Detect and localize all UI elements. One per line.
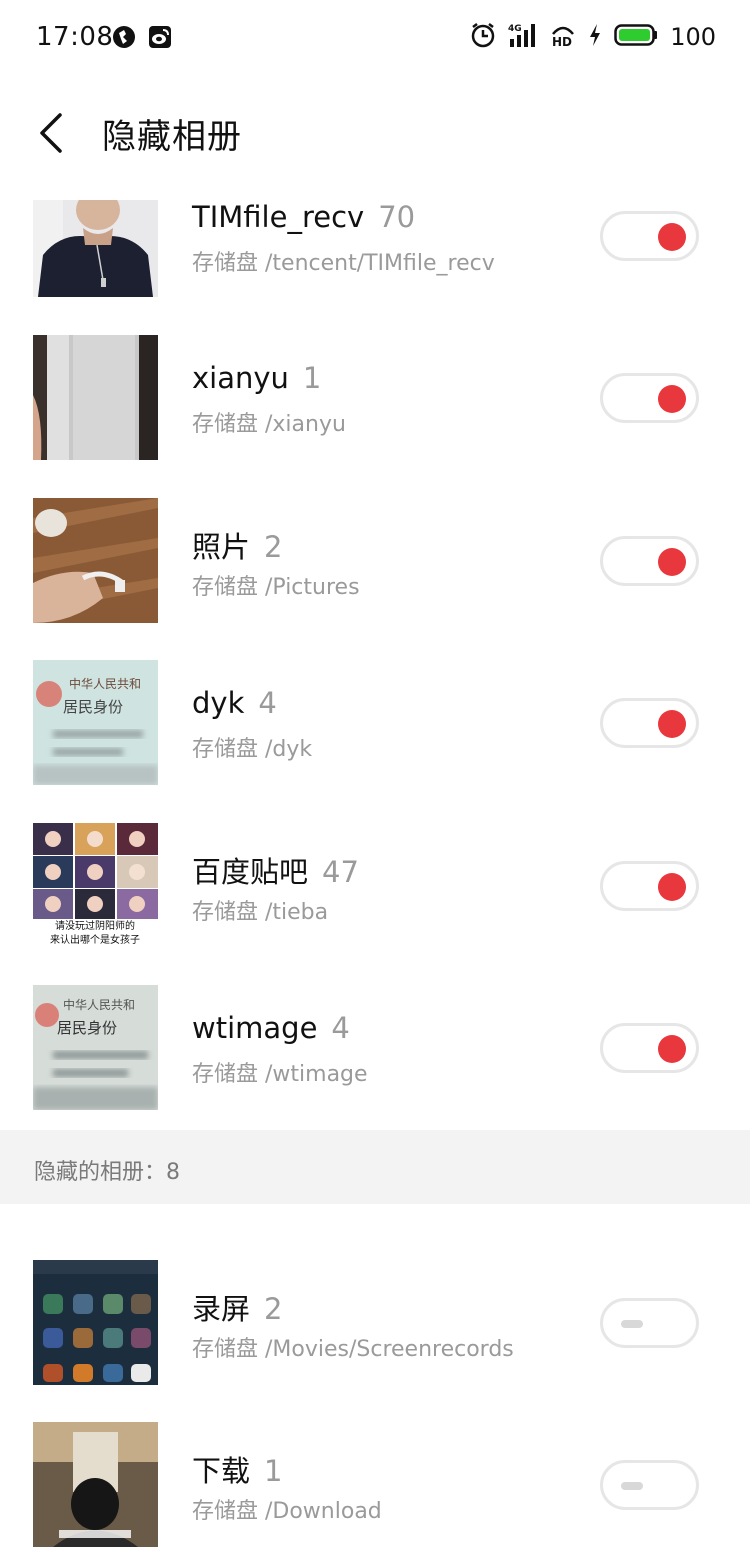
album-title: 录屏 2 bbox=[192, 1292, 283, 1326]
album-path: 存储盘 /wtimage bbox=[192, 1062, 368, 1087]
album-count: 1 bbox=[264, 1454, 283, 1488]
album-count: 2 bbox=[264, 1292, 283, 1326]
album-count: 70 bbox=[378, 200, 416, 234]
album-title: xianyu 1 bbox=[192, 361, 322, 395]
page-title: 隐藏相册 bbox=[102, 117, 242, 157]
album-row-dyk[interactable]: 中华人民共和 居民身份 dyk 4 存储盘 /dyk bbox=[0, 660, 750, 790]
app-notification-icon bbox=[112, 25, 136, 49]
toggle-knob bbox=[658, 548, 686, 576]
hd-icon: HD bbox=[550, 22, 576, 52]
album-toggle[interactable] bbox=[600, 1298, 699, 1348]
clock-icon bbox=[470, 22, 496, 52]
album-path: 存储盘 /xianyu bbox=[192, 412, 346, 437]
hidden-albums-section-header: 隐藏的相册：8 bbox=[0, 1130, 750, 1204]
toggle-knob bbox=[658, 1035, 686, 1063]
album-toggle[interactable] bbox=[600, 373, 699, 423]
toggle-knob bbox=[658, 385, 686, 413]
album-path: 存储盘 /Movies/Screenrecords bbox=[192, 1337, 514, 1362]
album-path: 存储盘 /Pictures bbox=[192, 575, 360, 600]
album-row-xianyu[interactable]: xianyu 1 存储盘 /xianyu bbox=[0, 335, 750, 465]
album-thumbnail: 中华人民共和 居民身份 bbox=[33, 660, 158, 785]
tieba-caption-line2: 来认出哪个是女孩子 bbox=[50, 933, 140, 946]
album-toggle[interactable] bbox=[600, 211, 699, 261]
album-path: 存储盘 /tencent/TIMfile_recv bbox=[192, 251, 495, 276]
album-row-timfile-recv[interactable]: TIMfile_recv 70 存储盘 /tencent/TIMfile_recv bbox=[0, 200, 750, 330]
album-count: 4 bbox=[258, 686, 277, 720]
album-title: TIMfile_recv 70 bbox=[192, 200, 416, 234]
id-card-text-line1: 中华人民共和 bbox=[63, 997, 135, 1012]
album-toggle[interactable] bbox=[600, 1460, 699, 1510]
toggle-knob bbox=[658, 710, 686, 738]
battery-level: 100 bbox=[670, 23, 716, 51]
tieba-caption-line1: 请没玩过阴阳师的 bbox=[55, 919, 135, 932]
battery-icon bbox=[614, 23, 658, 51]
album-row-screenrecords[interactable]: 录屏 2 存储盘 /Movies/Screenrecords bbox=[0, 1260, 750, 1390]
back-button[interactable] bbox=[26, 105, 76, 165]
album-thumbnail bbox=[33, 1260, 158, 1385]
svg-text:HD: HD bbox=[552, 35, 572, 48]
album-title: dyk 4 bbox=[192, 686, 277, 720]
id-card-text-line1: 中华人民共和 bbox=[69, 676, 141, 691]
album-title: 照片 2 bbox=[192, 530, 283, 564]
album-title: 下载 1 bbox=[192, 1454, 283, 1488]
album-toggle[interactable] bbox=[600, 698, 699, 748]
toggle-knob bbox=[621, 1482, 643, 1490]
status-bar: 17:08 4G HD 100 bbox=[0, 0, 750, 76]
album-thumbnail: 中华人民共和 居民身份 bbox=[33, 985, 158, 1110]
album-count: 2 bbox=[264, 530, 283, 564]
toggle-knob bbox=[621, 1320, 643, 1328]
album-toggle[interactable] bbox=[600, 536, 699, 586]
id-card-text-line2: 居民身份 bbox=[63, 698, 123, 716]
album-path: 存储盘 /tieba bbox=[192, 900, 329, 925]
chevron-left-icon bbox=[36, 111, 66, 159]
album-thumbnail bbox=[33, 1422, 158, 1547]
album-toggle[interactable] bbox=[600, 1023, 699, 1073]
album-toggle[interactable] bbox=[600, 861, 699, 911]
album-thumbnail: 请没玩过阴阳师的 来认出哪个是女孩子 bbox=[33, 823, 158, 948]
album-thumbnail bbox=[33, 335, 158, 460]
album-count: 47 bbox=[322, 855, 359, 889]
album-row-download[interactable]: 下载 1 存储盘 /Download bbox=[0, 1422, 750, 1550]
status-icons: 4G HD 100 bbox=[470, 22, 716, 52]
toggle-knob bbox=[658, 873, 686, 901]
album-row-tieba[interactable]: 请没玩过阴阳师的 来认出哪个是女孩子 百度贴吧 47 存储盘 /tieba bbox=[0, 823, 750, 953]
album-title: 百度贴吧 47 bbox=[192, 855, 359, 889]
album-count: 4 bbox=[331, 1011, 350, 1045]
toggle-knob bbox=[658, 223, 686, 251]
album-row-wtimage[interactable]: 中华人民共和 居民身份 wtimage 4 存储盘 /wtimage bbox=[0, 985, 750, 1115]
header: 隐藏相册 bbox=[0, 95, 750, 175]
weibo-icon bbox=[148, 25, 172, 49]
status-time: 17:08 bbox=[36, 22, 114, 52]
album-count: 1 bbox=[302, 361, 322, 395]
album-row-photos[interactable]: 照片 2 存储盘 /Pictures bbox=[0, 498, 750, 628]
album-thumbnail bbox=[33, 498, 158, 623]
id-card-text-line2: 居民身份 bbox=[57, 1019, 117, 1037]
album-title: wtimage 4 bbox=[192, 1011, 350, 1045]
album-thumbnail bbox=[33, 200, 158, 297]
svg-text:4G: 4G bbox=[508, 24, 522, 34]
signal-4g-icon: 4G bbox=[508, 22, 538, 52]
hidden-albums-count-label: 隐藏的相册：8 bbox=[34, 1160, 180, 1185]
charging-icon bbox=[588, 23, 602, 51]
album-path: 存储盘 /Download bbox=[192, 1499, 382, 1524]
album-path: 存储盘 /dyk bbox=[192, 737, 313, 762]
